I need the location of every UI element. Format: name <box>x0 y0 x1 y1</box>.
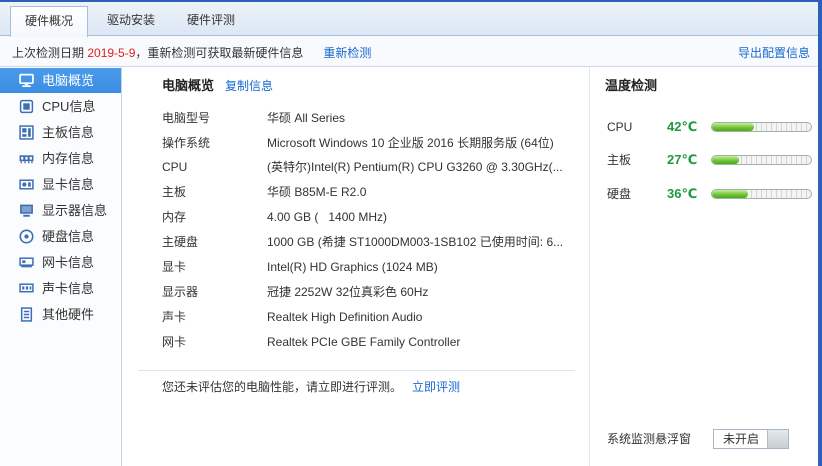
sidebar-item-label: 电脑概览 <box>42 73 95 88</box>
export-config-link[interactable]: 导出配置信息 <box>738 44 810 62</box>
sidebar-item-motherboard[interactable]: 主板信息 <box>0 120 121 145</box>
spec-label-motherboard: 主板 <box>162 185 187 199</box>
sidebar-item-label: 主板信息 <box>42 125 95 140</box>
recheck-link[interactable]: 重新检测 <box>323 46 371 60</box>
floating-window-label: 系统监测悬浮窗 <box>607 432 692 446</box>
tab-driver-install[interactable]: 驱动安装 <box>92 6 170 36</box>
temperature-panel: 温度检测 CPU 42℃ 主板 27℃ 硬盘 36℃ 系统监测悬浮窗 未开启 <box>590 67 818 466</box>
sidebar-item-label: 显卡信息 <box>42 177 95 192</box>
evaluation-prompt: 您还未评估您的电脑性能，请立即进行评测。 立即评测 <box>162 378 460 396</box>
sidebar-item-sound-card[interactable]: 声卡信息 <box>0 276 121 301</box>
spec-value-memory: 4.00 GB ( 1400 MHz) <box>267 210 388 224</box>
sensor-label-hard-disk: 硬盘 <box>607 187 632 201</box>
overview-panel: 电脑概览 复制信息 电脑型号 华硕 All Series 操作系统 Micros… <box>122 67 590 466</box>
last-scan-date: 2019-5-9 <box>87 46 136 60</box>
spec-label-graphics: 显卡 <box>162 260 187 274</box>
spec-label-cpu: CPU <box>162 160 188 174</box>
graphics-card-icon <box>19 177 34 192</box>
sensor-bar-fill <box>712 190 748 198</box>
sidebar-item-graphics[interactable]: 显卡信息 <box>0 172 121 197</box>
last-scan-prefix: 上次检测日期 <box>12 46 88 60</box>
sidebar-item-label: 声卡信息 <box>42 281 95 296</box>
window-right-border <box>818 0 822 466</box>
sidebar-item-overview[interactable]: 电脑概览 <box>0 68 121 93</box>
evaluation-text: 您还未评估您的电脑性能，请立即进行评测。 <box>162 380 403 394</box>
spec-value-motherboard: 华硕 B85M-E R2.0 <box>267 185 367 199</box>
temperature-title: 温度检测 <box>605 78 658 93</box>
spec-label-model: 电脑型号 <box>162 111 211 125</box>
sensor-value-motherboard: 27℃ <box>667 152 698 167</box>
last-scan-suffix: ，重新检测可获取最新硬件信息 <box>135 46 304 60</box>
spec-label-memory: 内存 <box>162 210 187 224</box>
spec-value-os: Microsoft Windows 10 企业版 2016 长期服务版 (64位… <box>267 136 554 150</box>
spec-value-model: 华硕 All Series <box>267 111 346 125</box>
sidebar-item-label: 其他硬件 <box>42 307 95 322</box>
sensor-value-hard-disk: 36℃ <box>667 186 698 201</box>
floating-window-toggle[interactable]: 未开启 <box>713 429 789 449</box>
spec-value-graphics: Intel(R) HD Graphics (1024 MB) <box>267 260 438 274</box>
computer-icon <box>19 73 34 88</box>
hard-disk-icon <box>19 229 34 244</box>
copy-info-link[interactable]: 复制信息 <box>225 77 273 95</box>
sidebar-item-network-card[interactable]: 网卡信息 <box>0 250 121 275</box>
sidebar-item-memory[interactable]: 内存信息 <box>0 146 121 171</box>
sidebar-item-hard-disk[interactable]: 硬盘信息 <box>0 224 121 249</box>
sensor-label-motherboard: 主板 <box>607 153 632 167</box>
spec-label-primary-disk: 主硬盘 <box>162 235 199 249</box>
sidebar-item-other-hardware[interactable]: 其他硬件 <box>0 302 121 327</box>
sensor-value-cpu: 42℃ <box>667 119 698 134</box>
spec-label-sound-card: 声卡 <box>162 310 187 324</box>
spec-value-sound-card: Realtek High Definition Audio <box>267 310 423 324</box>
sidebar-item-label: 显示器信息 <box>42 203 108 218</box>
sensor-bar-motherboard <box>711 155 812 165</box>
spec-value-primary-disk: 1000 GB (希捷 ST1000DM003-1SB102 已使用时间: 6.… <box>267 235 564 249</box>
sidebar-item-label: CPU信息 <box>42 99 96 114</box>
spec-label-network-card: 网卡 <box>162 335 187 349</box>
sidebar-item-label: 内存信息 <box>42 151 95 166</box>
sidebar-item-label: 硬盘信息 <box>42 229 95 244</box>
other-hardware-icon <box>19 307 34 322</box>
network-card-icon <box>19 255 34 270</box>
sound-card-icon <box>19 281 34 296</box>
sensor-label-cpu: CPU <box>607 120 633 134</box>
section-divider <box>138 370 575 371</box>
sidebar-item-cpu[interactable]: CPU信息 <box>0 94 121 119</box>
motherboard-icon <box>19 125 34 140</box>
sidebar-item-label: 网卡信息 <box>42 255 95 270</box>
evaluate-now-link[interactable]: 立即评测 <box>412 380 460 394</box>
tab-hardware-benchmark[interactable]: 硬件评测 <box>172 6 250 36</box>
spec-value-cpu: (英特尔)Intel(R) Pentium(R) CPU G3260 @ 3.3… <box>267 160 563 174</box>
spec-value-display: 冠捷 2252W 32位真彩色 60Hz <box>267 285 429 299</box>
cpu-icon <box>19 99 34 114</box>
sensor-bar-cpu <box>711 122 812 132</box>
toggle-knob <box>767 430 788 448</box>
sensor-bar-hard-disk <box>711 189 812 199</box>
spec-value-network-card: Realtek PCIe GBE Family Controller <box>267 335 461 349</box>
sensor-bar-fill <box>712 123 754 131</box>
sidebar: 电脑概览 CPU信息 主板信息 内存信息 显卡信息 显示器信息 硬盘信息 网卡信… <box>0 67 122 466</box>
toggle-state-text: 未开启 <box>722 432 759 446</box>
overview-title: 电脑概览 <box>162 78 215 93</box>
tab-hardware-overview[interactable]: 硬件概况 <box>10 6 88 37</box>
tab-bar: 硬件概况 驱动安装 硬件评测 <box>0 2 818 37</box>
sidebar-item-display[interactable]: 显示器信息 <box>0 198 121 223</box>
display-icon <box>19 203 34 218</box>
spec-label-os: 操作系统 <box>162 136 211 150</box>
last-scan-info: 上次检测日期 2019-5-9，重新检测可获取最新硬件信息 重新检测 <box>12 44 371 62</box>
spec-label-display: 显示器 <box>162 285 199 299</box>
memory-icon <box>19 151 34 166</box>
sensor-bar-fill <box>712 156 739 164</box>
